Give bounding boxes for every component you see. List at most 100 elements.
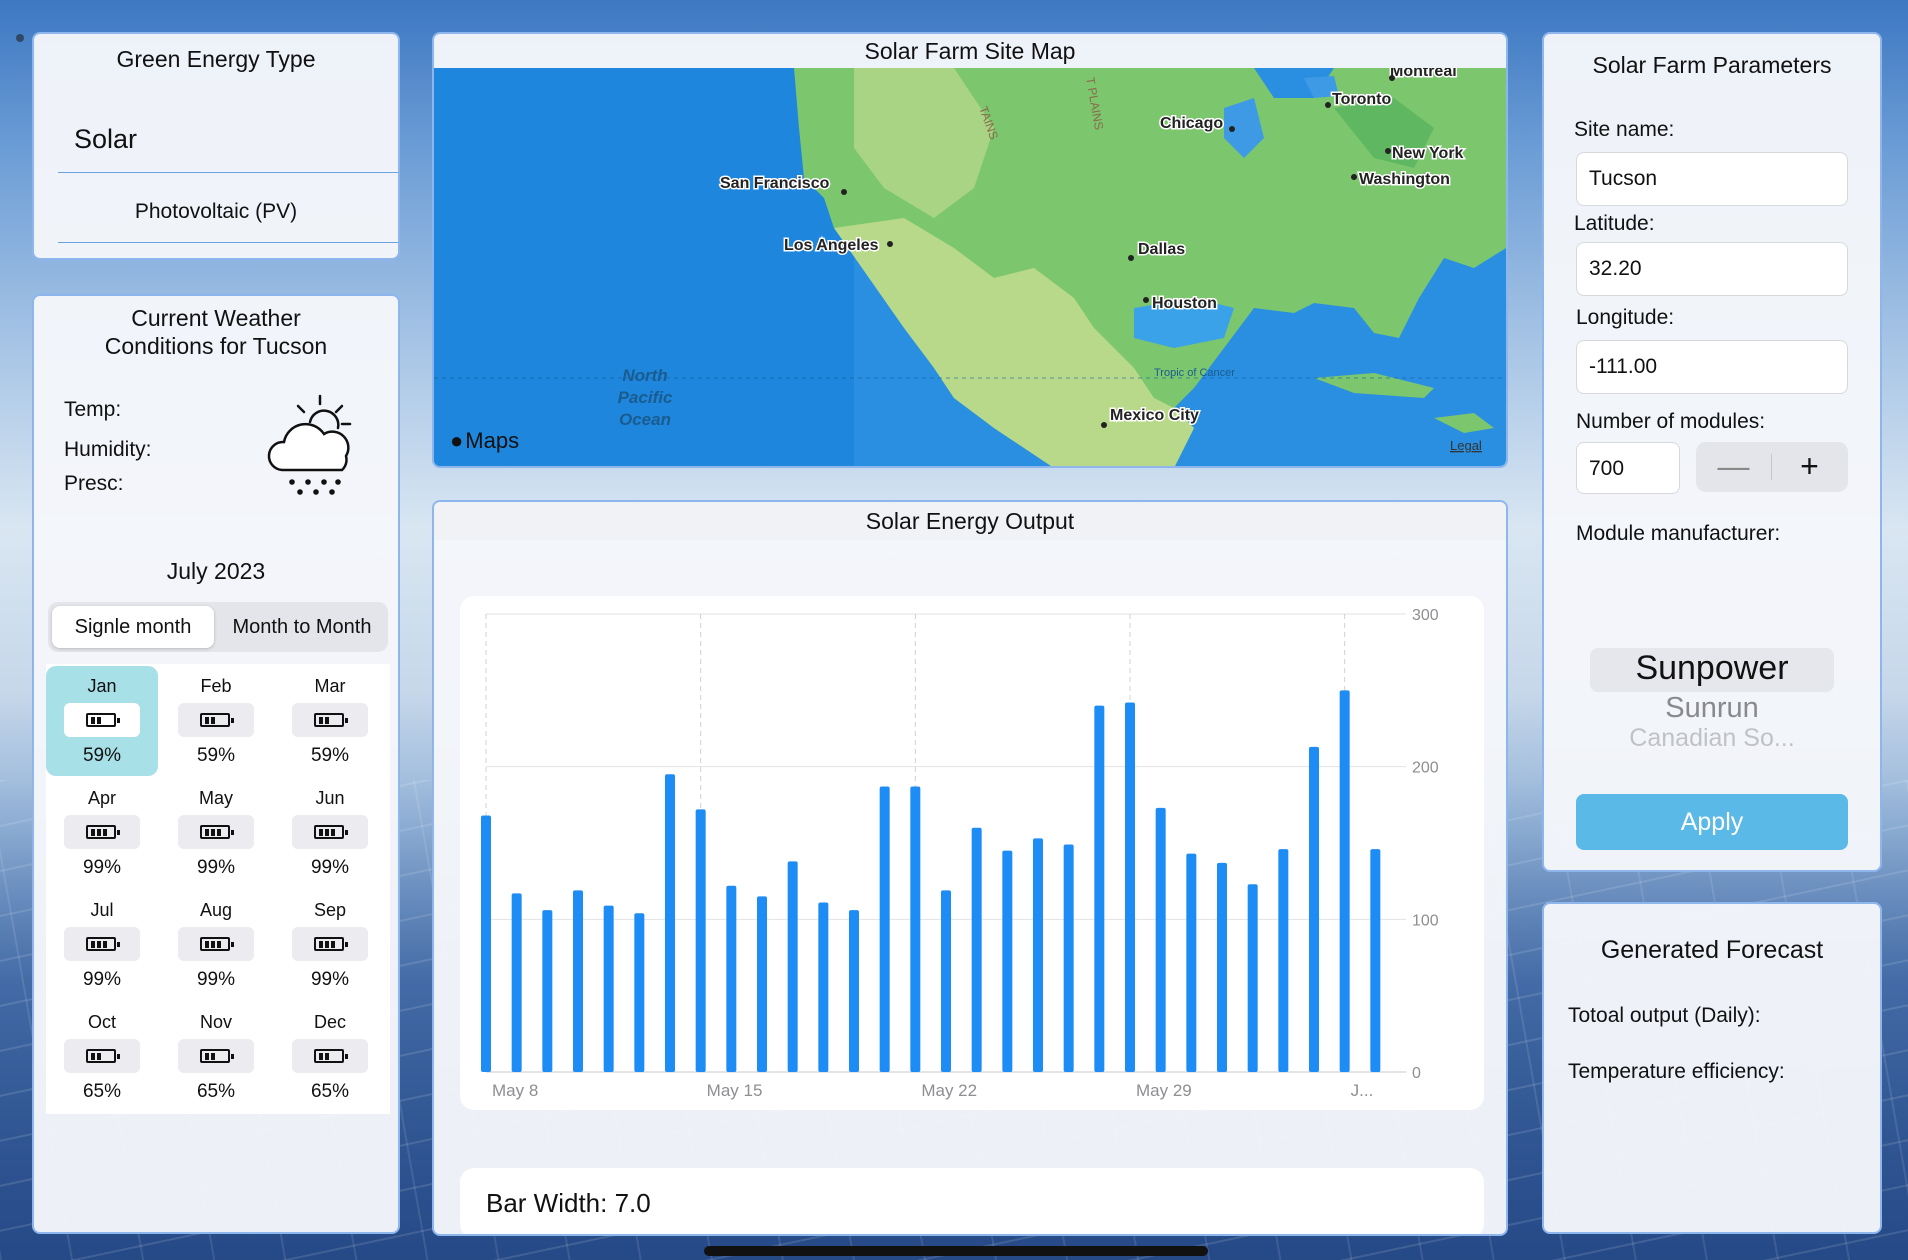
energy-subtype[interactable]: Photovoltaic (PV) [34,200,398,224]
month-cell-sep[interactable]: Sep 99% [274,890,386,1000]
month-name: Nov [199,1012,232,1032]
manufacturer-picker[interactable]: Sunpower Sunrun Canadian So... [1544,646,1880,752]
month-cell-jun[interactable]: Jun 99% [274,778,386,888]
latitude-field[interactable]: 32.20 [1576,242,1848,296]
segment-month-to-month[interactable]: Month to Month [220,606,384,648]
modules-label: Number of modules: [1576,410,1766,433]
month-name: Jun [315,788,345,808]
chart-bar-24 [1186,853,1197,1072]
battery-icon-box [178,703,254,737]
month-cell-feb[interactable]: Feb 59% [160,666,272,776]
battery-icon [200,713,234,727]
picker-item-selected[interactable]: Sunpower [1544,646,1880,692]
month-name: Jul [90,900,114,920]
chart-bar-29 [1339,690,1350,1072]
picker-item[interactable]: Canadian So... [1544,724,1880,752]
humidity-label: Humidity: [64,438,152,461]
weather-card: Current Weather Conditions for Tucson Te… [32,294,400,1234]
forecast-card: Generated Forecast Totoal output (Daily)… [1542,902,1882,1234]
chart-bar-12 [818,902,829,1072]
chart-bar-4 [573,890,583,1072]
month-percentage: 99% [82,969,122,990]
month-name: Mar [314,676,346,696]
city-houston[interactable]: Houston [1151,294,1219,314]
latitude-label: Latitude: [1574,212,1655,235]
segment-single-month[interactable]: Signle month [52,606,214,648]
battery-icon [314,937,348,951]
modules-field[interactable]: 700 [1576,442,1680,494]
month-name: Feb [200,676,232,696]
picker-item[interactable]: Sunrun [1544,692,1880,724]
month-cell-may[interactable]: May 99% [160,778,272,888]
month-cell-nov[interactable]: Nov 65% [160,1002,272,1112]
energy-type-title: Green Energy Type [116,46,316,72]
battery-icon-box [64,815,140,849]
battery-icon [314,825,348,839]
map-title: Solar Farm Site Map [864,38,1076,64]
bar-width-control[interactable]: Bar Width: 7.0 [460,1168,1484,1234]
month-cell-jan[interactable]: Jan 59% [46,666,158,776]
battery-icon-box [292,927,368,961]
month-percentage: 59% [310,745,350,766]
apply-button[interactable]: Apply [1576,794,1848,850]
battery-icon-box [292,815,368,849]
y-tick-label: 0 [1412,1065,1421,1082]
battery-icon [86,825,120,839]
city-toronto[interactable]: Toronto [1331,90,1393,110]
x-tick-label: May 29 [1136,1081,1192,1100]
map-legal-link[interactable]: Legal [1450,438,1482,453]
x-tick-label: May 8 [492,1081,538,1100]
month-cell-oct[interactable]: Oct 65% [46,1002,158,1112]
cloud-sun-snow-icon [267,394,352,495]
chart-bar-13 [849,910,859,1072]
battery-icon [86,713,120,727]
energy-bar-chart: 0 100 200 300 May 8 May 15 May 22 May 29 J... [481,607,1439,1100]
energy-selected[interactable]: Solar [74,124,137,155]
chart-bar-1 [481,815,491,1072]
chart-bar-17 [971,827,982,1072]
manufacturer-label: Module manufacturer: [1576,522,1781,545]
apple-logo-icon: ● [450,428,463,453]
ocean-label-line1: North [622,366,667,385]
month-cell-apr[interactable]: Apr 99% [46,778,158,888]
chart-bar-6 [634,913,645,1072]
home-indicator[interactable] [704,1246,1208,1256]
x-tick-label: May 15 [707,1081,763,1100]
site-name-field[interactable]: Tucson [1576,152,1848,206]
month-cell-jul[interactable]: Jul 99% [46,890,158,1000]
city-montreal[interactable]: Montreal [1389,68,1459,82]
battery-icon [200,825,234,839]
month-cell-aug[interactable]: Aug 99% [160,890,272,1000]
city-dallas[interactable]: Dallas [1137,240,1187,260]
chart-bar-19 [1033,838,1043,1072]
city-san-francisco[interactable]: San Francisco [719,174,832,194]
tropic-label: Tropic of Cancer [1154,367,1235,379]
month-percentage: 99% [196,857,236,878]
bar-width-label: Bar Width: 7.0 [486,1188,651,1218]
month-percentage: 99% [310,969,350,990]
stepper-minus-button[interactable]: — [1696,442,1771,492]
y-tick-label: 100 [1412,912,1439,929]
params-title: Solar Farm Parameters [1592,52,1832,78]
month-cell-dec[interactable]: Dec 65% [274,1002,386,1112]
chart-bar-15 [910,786,921,1072]
month-percentage: 99% [310,857,350,878]
ocean-label-line3: Ocean [619,410,671,429]
city-los-angeles[interactable]: Los Angeles [783,236,881,256]
battery-icon [314,713,348,727]
ocean-label-line2: Pacific [618,388,673,407]
chart-bar-2 [511,893,522,1072]
month-percentage: 99% [82,857,122,878]
chart-bar-3 [542,910,553,1072]
month-percentage: 99% [196,969,236,990]
stepper-plus-button[interactable]: + [1772,442,1847,492]
city-chicago[interactable]: Chicago [1159,114,1225,134]
battery-icon [200,937,234,951]
divider [58,172,398,173]
month-cell-mar[interactable]: Mar 59% [274,666,386,776]
city-new-york[interactable]: New York [1391,144,1466,164]
longitude-field[interactable]: -111.00 [1576,340,1848,394]
city-mexico-city[interactable]: Mexico City [1109,406,1201,426]
site-map[interactable]: Montreal Toronto Chicago New York Washin… [434,68,1506,468]
city-washington[interactable]: Washington [1358,170,1452,190]
